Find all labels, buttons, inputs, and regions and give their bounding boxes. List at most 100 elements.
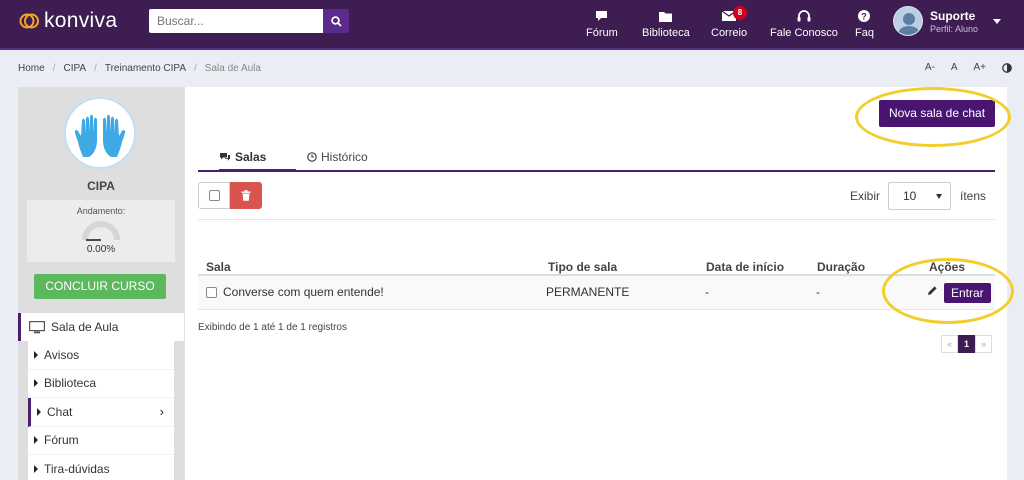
pagination-next[interactable]: » [975,335,992,353]
nav-fale-conosco-label: Fale Conosco [770,27,838,39]
chevron-right-icon: › [159,404,164,420]
clock-icon [307,151,317,162]
tab-salas[interactable]: Salas [219,143,296,172]
nav-faq-label: Faq [855,27,874,39]
trash-icon [241,190,251,201]
room-start-date: - [705,285,709,299]
user-name: Suporte [930,8,976,23]
course-name: CIPA [87,179,115,193]
complete-course-button[interactable]: CONCLUIR CURSO [34,274,166,299]
items-label: ítens [960,189,987,203]
room-duration: - [816,285,820,299]
nav-forum[interactable]: Fórum [586,8,618,39]
sidebar-item-chat[interactable]: Chat › [28,398,174,427]
contrast-icon[interactable] [1002,62,1012,73]
pagination-page[interactable]: 1 [958,335,975,353]
user-profile: Perfil: Aluno [930,23,979,34]
caret-down-icon [936,194,942,199]
mail-count-badge: 8 [733,6,748,20]
logo-text: konviva [44,9,118,32]
top-navbar: konviva Fórum Biblioteca 8 Correio Fale … [0,0,1024,50]
rooms-table: Sala Tipo de sala Data de início Duração… [198,257,995,310]
delete-button[interactable] [230,182,262,209]
caret-right-icon [37,407,41,416]
breadcrumb-current: Sala de Aula [204,63,261,74]
main-panel: Nova sala de chat Salas Histórico Exibir… [184,87,1014,480]
breadcrumb-home[interactable]: Home [18,63,45,74]
gloved-hands-icon [66,99,134,167]
tab-historico-label: Histórico [321,149,368,164]
question-circle-icon: ? [858,10,871,22]
tab-salas-label: Salas [235,149,267,164]
breadcrumb-treinamento[interactable]: Treinamento CIPA [105,63,186,74]
nav-forum-label: Fórum [586,27,618,39]
col-tipo-de-sala[interactable]: Tipo de sala [548,260,617,274]
sidebar-item-tira-duvidas[interactable]: Tira-dúvidas [28,455,174,480]
accessibility-tools: A- A A+ [925,62,1012,73]
sidebar-item-biblioteca[interactable]: Biblioteca [28,369,174,398]
divider [198,219,995,220]
nav-biblioteca[interactable]: Biblioteca [642,8,690,39]
room-name: Converse com quem entende! [223,285,384,299]
page-size-select[interactable]: 10 [888,182,951,210]
progress-label: Andamento: [76,206,126,216]
tab-historico[interactable]: Histórico [307,143,368,170]
breadcrumb: Home / CIPA / Treinamento CIPA / Sala de… [18,63,261,74]
brand-logo[interactable]: konviva [18,9,118,32]
sidebar-item-label: Fórum [44,433,79,448]
select-all-button[interactable] [198,182,230,209]
breadcrumb-separator: / [194,63,197,74]
nav-faq[interactable]: ? Faq [855,8,874,39]
nav-biblioteca-label: Biblioteca [642,27,690,39]
highlight-annotation [882,258,1014,324]
sidebar-section-sala-de-aula[interactable]: Sala de Aula [18,313,184,341]
pagination: « 1 » [941,335,992,353]
caret-right-icon [34,350,38,359]
nav-fale-conosco[interactable]: Fale Conosco [770,8,838,39]
breadcrumb-cipa[interactable]: CIPA [63,63,86,74]
sidebar-section-label: Sala de Aula [51,320,119,334]
font-reset-button[interactable]: A [951,62,958,73]
search-icon [330,15,342,27]
sidebar-item-avisos[interactable]: Avisos [28,341,174,370]
monitor-icon [29,320,45,333]
search-button[interactable] [323,9,349,33]
search-input[interactable] [149,9,323,33]
page-size-value: 10 [903,189,917,203]
sidebar-item-label: Chat [47,404,73,419]
caret-right-icon [34,436,38,445]
sidebar-submenu: Avisos Biblioteca Chat › Fórum Tira-dúvid… [28,341,174,480]
table-header: Sala Tipo de sala Data de início Duração… [198,257,995,276]
col-duracao[interactable]: Duração [817,260,865,274]
highlight-annotation [855,87,1011,147]
user-silhouette-icon [897,13,921,35]
user-menu[interactable]: Suporte Perfil: Aluno [893,6,1002,36]
select-all-checkbox[interactable] [208,190,220,201]
course-image [64,97,136,169]
course-sidebar: CIPA Andamento: 0.00% CONCLUIR CURSO Sal… [18,87,184,480]
sidebar-item-forum[interactable]: Fórum [28,426,174,455]
chat-bubble-icon [596,11,608,21]
avatar [893,6,923,36]
chevron-down-icon [993,18,1002,24]
pagination-prev[interactable]: « [941,335,958,353]
font-decrease-button[interactable]: A- [925,62,935,73]
breadcrumb-separator: / [52,63,56,74]
folder-icon [659,11,673,22]
col-sala[interactable]: Sala [206,260,231,274]
col-data-de-inicio[interactable]: Data de início [706,260,784,274]
nav-correio[interactable]: 8 Correio [711,6,748,39]
room-type: PERMANENTE [546,285,630,299]
caret-right-icon [34,464,38,473]
progress-panel: Andamento: 0.00% [27,200,175,262]
konviva-logo-icon [19,13,39,29]
headset-icon [797,10,811,22]
row-checkbox[interactable] [206,287,217,298]
sidebar-item-label: Avisos [44,347,80,362]
font-increase-button[interactable]: A+ [973,62,986,73]
records-info: Exibindo de 1 até 1 de 1 registros [198,322,347,333]
nav-correio-label: Correio [711,27,748,39]
sidebar-item-label: Biblioteca [44,376,97,391]
table-row: Converse com quem entende! PERMANENTE - … [198,276,995,310]
sidebar-item-label: Tira-dúvidas [44,461,110,476]
